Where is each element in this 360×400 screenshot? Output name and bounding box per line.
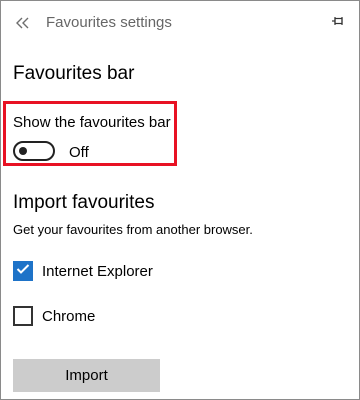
show-favourites-bar-label: Show the favourites bar — [13, 114, 171, 131]
chrome-checkbox[interactable] — [13, 306, 33, 326]
favourites-bar-heading: Favourites bar — [13, 63, 135, 84]
internet-explorer-label: Internet Explorer — [42, 262, 153, 280]
chrome-label: Chrome — [42, 307, 96, 325]
pin-icon — [331, 14, 345, 32]
pin-button[interactable] — [325, 10, 351, 36]
internet-explorer-checkbox-row[interactable]: Internet Explorer — [13, 260, 153, 282]
chrome-checkbox-row[interactable]: Chrome — [13, 305, 95, 327]
import-button[interactable]: Import — [13, 359, 160, 392]
double-chevron-left-icon — [16, 13, 30, 34]
favourites-settings-panel: Favourites settings Favourites bar Show … — [0, 0, 360, 400]
checkmark-icon — [16, 262, 30, 280]
panel-header: Favourites settings — [1, 1, 359, 45]
panel-title: Favourites settings — [46, 14, 172, 31]
back-button[interactable] — [9, 9, 37, 37]
import-description: Get your favourites from another browser… — [13, 222, 253, 237]
toggle-state-text: Off — [69, 144, 89, 161]
toggle-knob — [19, 147, 27, 155]
internet-explorer-checkbox[interactable] — [13, 261, 33, 281]
import-favourites-heading: Import favourites — [13, 192, 155, 213]
show-favourites-bar-toggle[interactable] — [13, 141, 55, 161]
